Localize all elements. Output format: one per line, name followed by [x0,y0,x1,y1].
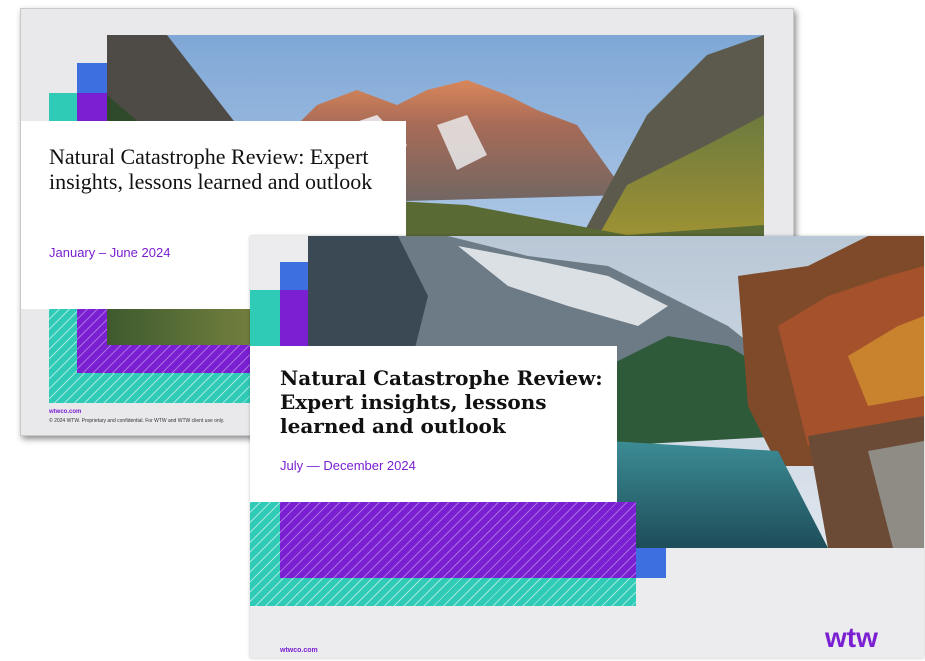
slide-front: Natural Catastrophe Review: Expert insig… [250,236,924,658]
accent-stripe-purple [280,502,636,578]
slide-subtitle: January – June 2024 [49,245,171,260]
slide-subtitle: July — December 2024 [280,458,416,473]
accent-block-purple [280,290,308,346]
accent-stripe-blue [636,548,666,578]
accent-block-blue [77,63,107,93]
accent-block-blue [280,262,308,290]
footer-url: wtwco.com [280,647,318,654]
footer-copyright: © 2024 WTW. Proprietary and confidential… [49,418,225,424]
accent-block-teal [49,93,77,123]
accent-block-purple [77,93,107,123]
wtw-logo: wtw [825,622,878,653]
slide-title: Natural Catastrophe Review: Expert insig… [49,144,373,194]
accent-block-teal [250,290,280,346]
slide-title: Natural Catastrophe Review: Expert insig… [280,366,603,438]
title-card: Natural Catastrophe Review: Expert insig… [250,346,617,502]
footer-url: wtwco.com [49,409,82,415]
